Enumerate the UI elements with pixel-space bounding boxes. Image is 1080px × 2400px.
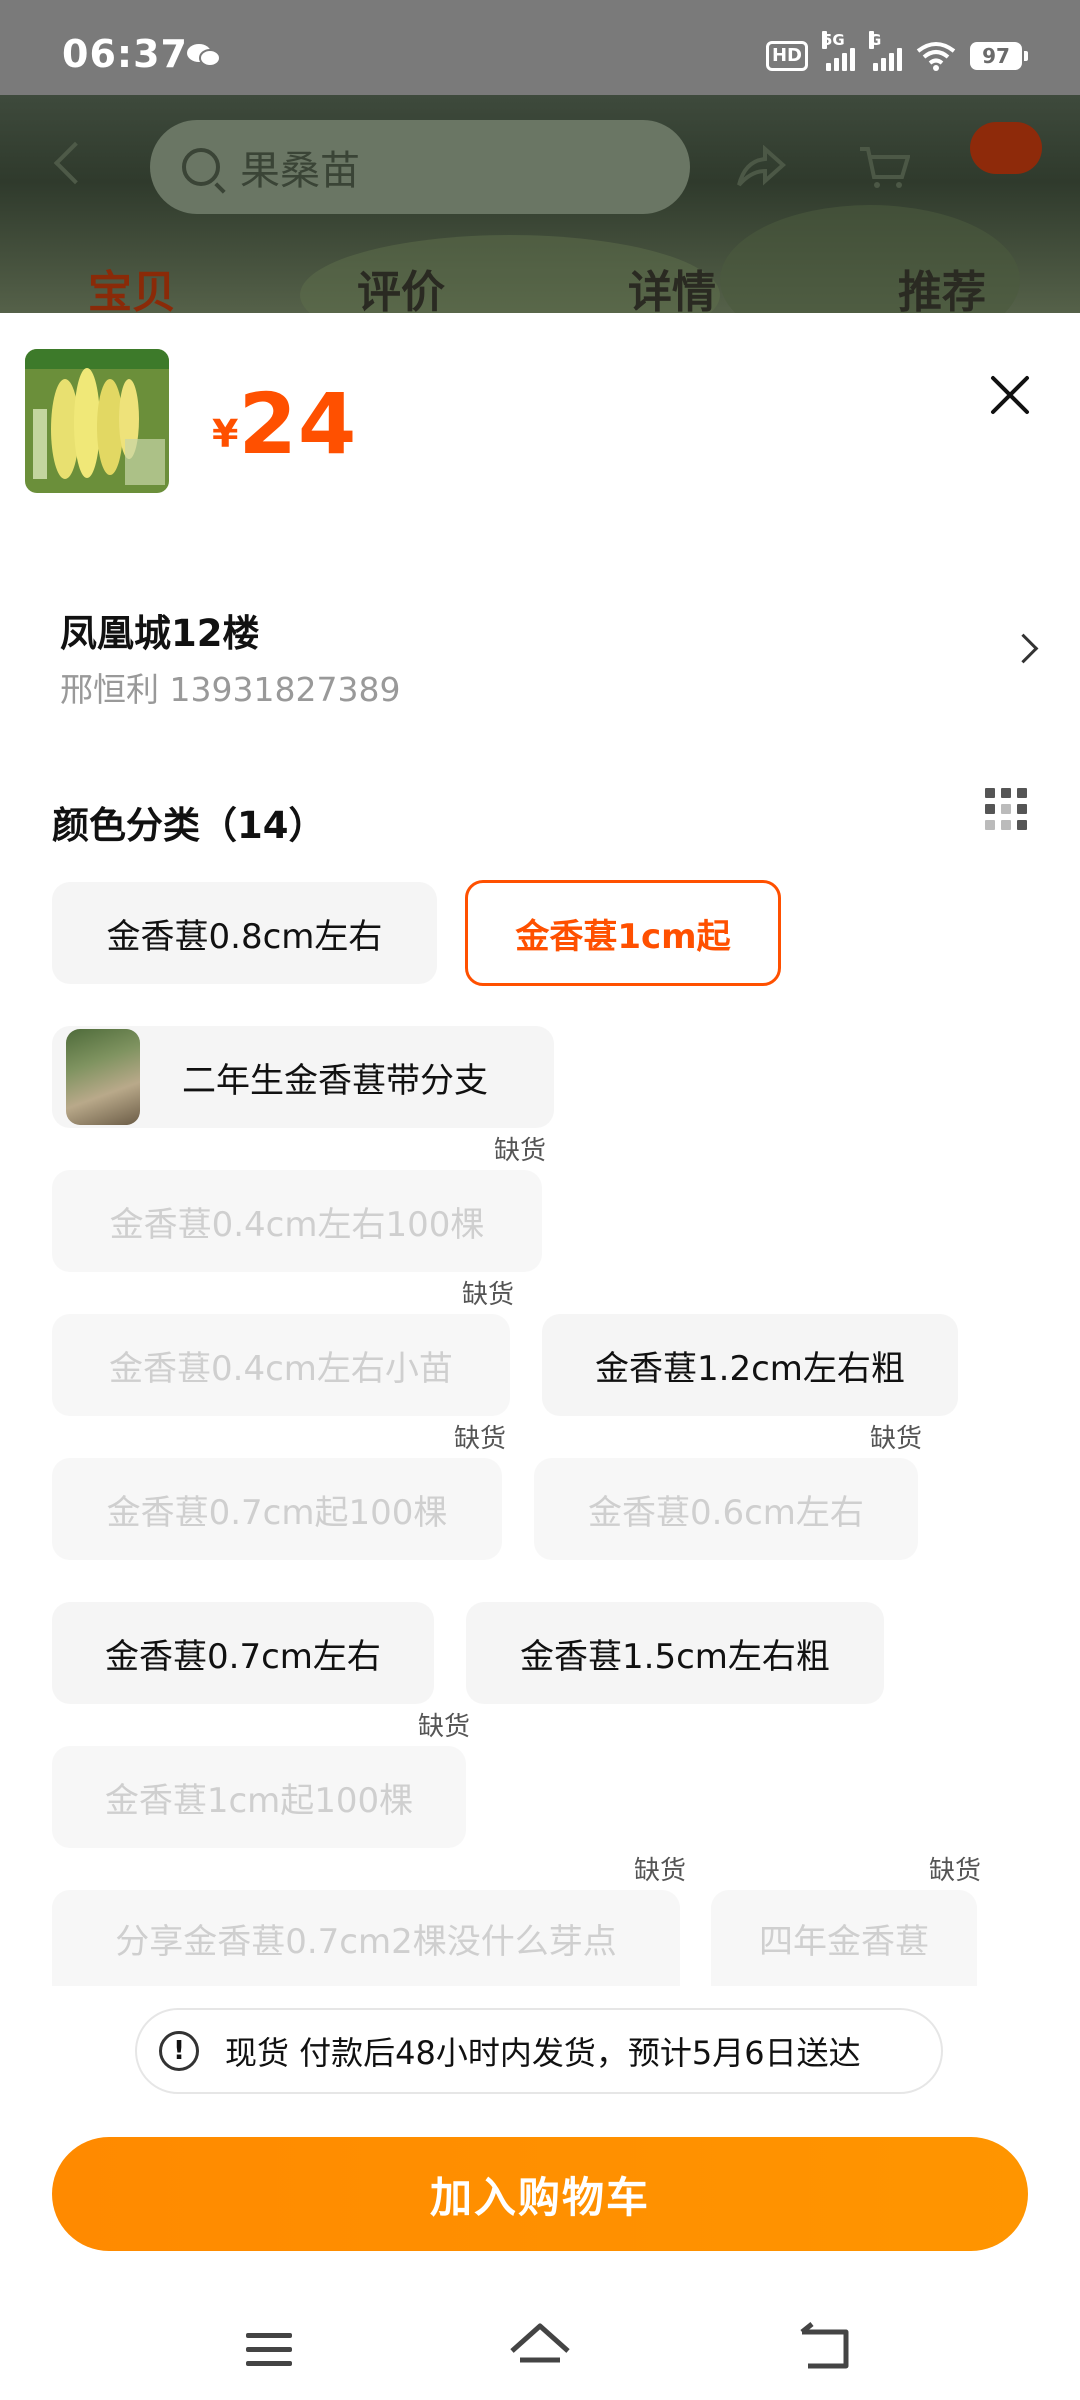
tab-recommend[interactable]: 推荐: [898, 256, 986, 320]
product-thumbnail: [25, 349, 169, 493]
out-of-stock-tag: 缺货: [493, 1136, 546, 1166]
search-icon: [182, 148, 220, 186]
price-symbol: ¥: [212, 412, 239, 456]
signal-g-icon: G: [869, 31, 902, 71]
signal-5g-icon: 5G: [822, 31, 855, 71]
wifi-icon: [916, 42, 956, 71]
share-icon[interactable]: [735, 145, 787, 191]
grid-view-icon[interactable]: [985, 788, 1027, 830]
sku-option-out-of-stock[interactable]: 缺货 金香葚0.4cm左右100棵: [52, 1136, 546, 1272]
out-of-stock-tag: 缺货: [461, 1280, 514, 1310]
sku-option[interactable]: 金香葚1.2cm左右粗: [542, 1314, 958, 1416]
delivery-notice-text: 现货 付款后48小时内发货，预计5月6日送达: [225, 2034, 861, 2072]
out-of-stock-tag: 缺货: [633, 1856, 686, 1886]
sku-option-out-of-stock[interactable]: 缺货 金香葚0.4cm左右小苗: [52, 1280, 514, 1416]
system-navigation-bar: [246, 2322, 849, 2369]
sku-option-selected[interactable]: 金香葚1cm起: [465, 880, 781, 986]
out-of-stock-tag: 缺货: [453, 1424, 506, 1454]
sku-option-out-of-stock[interactable]: 缺货 四年金香葚: [711, 1856, 981, 1986]
price-value: 24: [238, 375, 358, 473]
wechat-icon: [187, 44, 221, 67]
tab-details[interactable]: 详情: [628, 256, 716, 320]
battery-icon: 97: [970, 42, 1028, 70]
tab-reviews[interactable]: 评价: [357, 256, 445, 320]
menu-icon[interactable]: [246, 2333, 292, 2366]
status-icons: HD 5G G 97: [765, 31, 1028, 76]
sku-option[interactable]: 金香葚0.7cm左右: [52, 1602, 434, 1704]
price: ¥24: [212, 375, 357, 473]
sku-option[interactable]: 金香葚1.5cm左右粗: [466, 1602, 884, 1704]
add-to-cart-button[interactable]: 加入购物车: [52, 2137, 1028, 2251]
more-badge[interactable]: [970, 122, 1042, 174]
sku-option-out-of-stock[interactable]: 缺货 分享金香葚0.7cm2棵没什么芽点: [52, 1856, 686, 1986]
tab-baby[interactable]: 宝贝: [88, 256, 176, 320]
info-icon: !: [159, 2031, 199, 2071]
status-time: 06:37: [62, 32, 188, 76]
product-tabs: 宝贝 评价 详情 推荐: [0, 250, 1080, 318]
sku-option-out-of-stock[interactable]: 缺货 金香葚1cm起100棵: [52, 1712, 470, 1848]
search-bar[interactable]: 果桑苗: [150, 120, 690, 214]
hd-icon: HD: [765, 41, 808, 71]
sku-option-out-of-stock[interactable]: 缺货 金香葚0.7cm起100棵: [52, 1424, 506, 1560]
search-placeholder: 果桑苗: [240, 148, 360, 194]
sku-option[interactable]: 二年生金香葚带分支: [52, 1026, 554, 1128]
close-icon[interactable]: [985, 370, 1035, 420]
status-bar: 06:37 HD 5G G 97: [0, 0, 1080, 95]
color-category-title: 颜色分类（14）: [52, 804, 326, 847]
sku-option-image: [66, 1029, 140, 1125]
delivery-notice: ! 现货 付款后48小时内发货，预计5月6日送达: [135, 2008, 943, 2094]
address-name[interactable]: 凤凰城12楼: [60, 603, 260, 657]
sku-option-out-of-stock[interactable]: 缺货 金香葚0.6cm左右: [534, 1424, 922, 1560]
out-of-stock-tag: 缺货: [869, 1424, 922, 1454]
home-icon[interactable]: [510, 2323, 570, 2363]
sku-option[interactable]: 金香葚0.8cm左右: [52, 882, 437, 984]
out-of-stock-tag: 缺货: [928, 1856, 981, 1886]
out-of-stock-tag: 缺货: [417, 1712, 470, 1742]
address-contact[interactable]: 邢恒利 13931827389: [60, 663, 400, 711]
cart-icon[interactable]: [858, 145, 910, 191]
back-nav-icon[interactable]: [800, 2322, 849, 2369]
